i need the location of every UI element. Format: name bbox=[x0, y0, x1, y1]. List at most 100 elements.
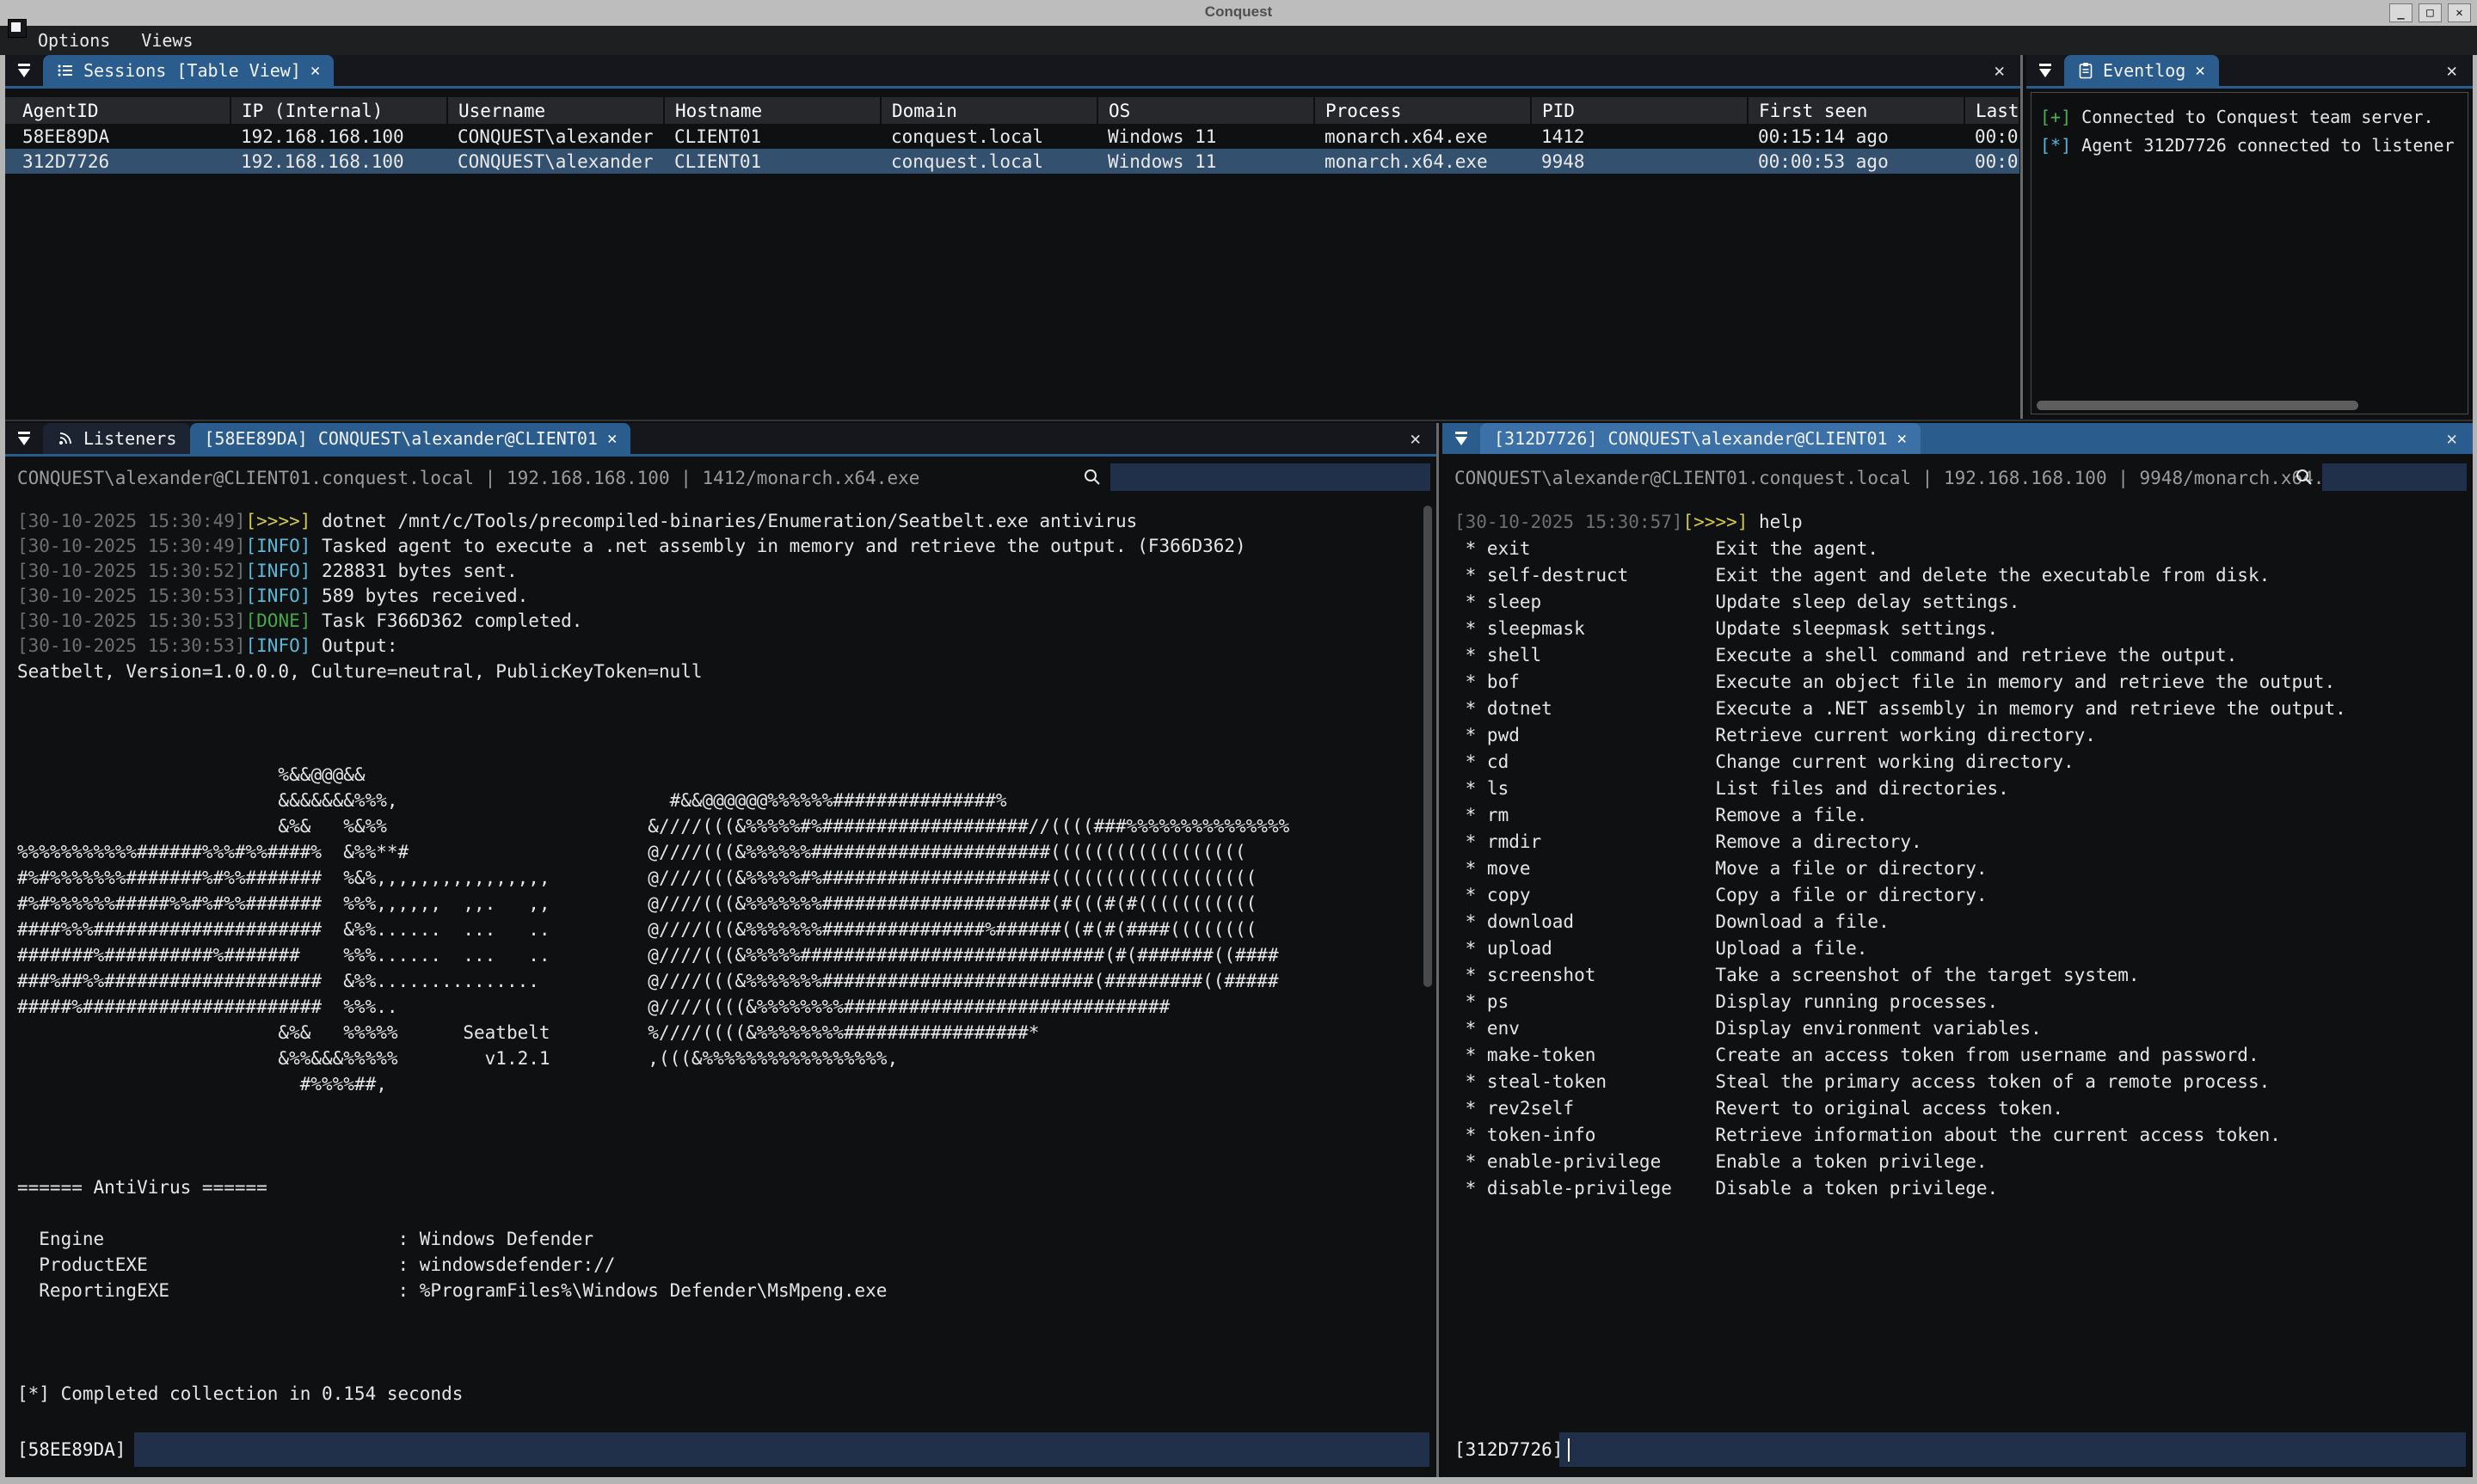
cell: conquest.local bbox=[881, 124, 1097, 149]
cell: 00:15:14 ago bbox=[1748, 124, 1964, 149]
titlebar: Conquest _ □ ✕ bbox=[0, 0, 2477, 26]
panel-collapse-button[interactable] bbox=[5, 55, 43, 86]
sessions-panel-close-icon[interactable]: ✕ bbox=[1994, 60, 2005, 81]
cell: Windows 11 bbox=[1097, 124, 1314, 149]
prompt-label: [312D7726] bbox=[1454, 1439, 1563, 1460]
cell: 00:00:53 ago bbox=[1748, 149, 1964, 174]
session-row-312D7726[interactable]: 312D7726192.168.168.100CONQUEST\alexande… bbox=[5, 149, 2019, 174]
session-row-58EE89DA[interactable]: 58EE89DA192.168.168.100CONQUEST\alexande… bbox=[5, 124, 2019, 149]
command-input[interactable] bbox=[1559, 1432, 2466, 1467]
column-header[interactable]: Hostname bbox=[664, 97, 881, 124]
column-header[interactable]: First seen bbox=[1748, 97, 1964, 124]
active-panel-underline bbox=[5, 86, 2020, 89]
agent-panel-close-icon[interactable]: ✕ bbox=[1410, 428, 1421, 449]
column-header[interactable]: Last seen bbox=[1964, 97, 2019, 124]
eventlog-line: [+] Connected to Conquest team server. bbox=[2040, 103, 2459, 132]
cell: monarch.x64.exe bbox=[1314, 124, 1531, 149]
search-input[interactable] bbox=[1110, 463, 1430, 491]
maximize-button[interactable]: □ bbox=[2419, 3, 2442, 22]
help-output-text: * exit Exit the agent. * self-destruct E… bbox=[1454, 536, 2473, 1202]
clipboard-icon bbox=[2078, 62, 2093, 79]
table-header-row: AgentIDIP (Internal)UsernameHostnameDoma… bbox=[5, 97, 2019, 124]
panel-collapse-button[interactable] bbox=[5, 423, 43, 454]
command-input[interactable] bbox=[134, 1432, 1429, 1467]
agent-panel-header-focused: [312D7726] CONQUEST\alexander@CLIENT01 ✕… bbox=[1442, 423, 2473, 454]
tab-close-icon[interactable]: ✕ bbox=[607, 429, 617, 448]
column-header[interactable]: Domain bbox=[881, 97, 1097, 124]
horizontal-splitter[interactable] bbox=[5, 420, 2473, 421]
terminal-output: [30-10-2025 15:30:49][>>>>] dotnet /mnt/… bbox=[5, 499, 1436, 1424]
agent-status-text: CONQUEST\alexander@CLIENT01.conquest.loc… bbox=[17, 468, 919, 488]
eventlog-line: [*] Agent 312D7726 connected to listener bbox=[2040, 132, 2459, 160]
tab-agent-312D7726[interactable]: [312D7726] CONQUEST\alexander@CLIENT01 ✕ bbox=[1480, 423, 1921, 454]
log-line: [30-10-2025 15:30:49][>>>>] dotnet /mnt/… bbox=[17, 509, 1436, 534]
prompt-label: [58EE89DA] bbox=[17, 1439, 126, 1460]
cell: CLIENT01 bbox=[664, 124, 881, 149]
collapse-arrow-icon bbox=[16, 432, 32, 446]
active-panel-underline bbox=[2026, 86, 2473, 89]
cell: CLIENT01 bbox=[664, 149, 881, 174]
sessions-panel-header: Sessions [Table View] ✕ ✕ bbox=[5, 55, 2020, 86]
panel-collapse-button[interactable] bbox=[2026, 55, 2064, 86]
tab-sessions-table-view[interactable]: Sessions [Table View] ✕ bbox=[43, 55, 334, 86]
log-line: [30-10-2025 15:30:57][>>>>] help bbox=[1454, 509, 2473, 536]
agent-panel-312D7726: [312D7726] CONQUEST\alexander@CLIENT01 ✕… bbox=[1442, 423, 2473, 1477]
terminal-output: [30-10-2025 15:30:57][>>>>] help * exit … bbox=[1442, 499, 2473, 1424]
list-icon bbox=[57, 62, 74, 79]
tab-label: Sessions [Table View] bbox=[83, 60, 301, 81]
log-line: [30-10-2025 15:30:49][INFO] Tasked agent… bbox=[17, 534, 1436, 559]
tab-listeners[interactable]: Listeners bbox=[43, 423, 190, 454]
menu-options[interactable]: Options bbox=[38, 30, 110, 51]
agent-status-row: CONQUEST\alexander@CLIENT01.conquest.loc… bbox=[1442, 457, 2473, 497]
log-line: [30-10-2025 15:30:52][INFO] 228831 bytes… bbox=[17, 559, 1436, 584]
agent-panel-header: Listeners [58EE89DA] CONQUEST\alexander@… bbox=[5, 423, 1436, 454]
horizontal-scrollbar[interactable] bbox=[2037, 401, 2358, 410]
tab-agent-58EE89DA[interactable]: [58EE89DA] CONQUEST\alexander@CLIENT01 ✕ bbox=[190, 423, 630, 454]
close-window-button[interactable]: ✕ bbox=[2448, 3, 2471, 22]
text-cursor bbox=[1568, 1438, 1570, 1462]
eventlog-panel-close-icon[interactable]: ✕ bbox=[2446, 60, 2457, 81]
tab-close-icon[interactable]: ✕ bbox=[1897, 429, 1907, 448]
agent-status-row: CONQUEST\alexander@CLIENT01.conquest.loc… bbox=[5, 457, 1436, 497]
tab-label: [312D7726] CONQUEST\alexander@CLIENT01 bbox=[1494, 428, 1888, 449]
tab-label: [58EE89DA] CONQUEST\alexander@CLIENT01 bbox=[204, 428, 598, 449]
minimize-button[interactable]: _ bbox=[2389, 3, 2412, 22]
app-icon[interactable] bbox=[8, 19, 27, 38]
column-header[interactable]: Username bbox=[447, 97, 664, 124]
tab-eventlog[interactable]: Eventlog ✕ bbox=[2064, 55, 2219, 86]
cell: CONQUEST\alexander bbox=[447, 149, 664, 174]
window-frame-right bbox=[2473, 55, 2477, 1477]
menubar: Options Views bbox=[0, 26, 2477, 55]
agent-panel-58EE89DA: Listeners [58EE89DA] CONQUEST\alexander@… bbox=[5, 423, 1436, 1477]
log-line: [30-10-2025 15:30:53][INFO] Output: bbox=[17, 634, 1436, 659]
column-header[interactable]: AgentID bbox=[5, 97, 230, 124]
cell: CONQUEST\alexander bbox=[447, 124, 664, 149]
window-title: Conquest bbox=[1205, 3, 1272, 21]
task-output-text: Seatbelt, Version=1.0.0.0, Culture=neutr… bbox=[17, 659, 1436, 1407]
log-line: [30-10-2025 15:30:53][INFO] 589 bytes re… bbox=[17, 584, 1436, 609]
log-line: [30-10-2025 15:30:53][DONE] Task F366D36… bbox=[17, 609, 1436, 634]
cell: Windows 11 bbox=[1097, 149, 1314, 174]
column-header[interactable]: PID bbox=[1531, 97, 1748, 124]
column-header[interactable]: Process bbox=[1314, 97, 1531, 124]
tab-close-icon[interactable]: ✕ bbox=[310, 61, 320, 80]
column-header[interactable]: OS bbox=[1097, 97, 1314, 124]
vertical-scrollbar[interactable] bbox=[1423, 506, 1432, 987]
sessions-table: AgentIDIP (Internal)UsernameHostnameDoma… bbox=[5, 97, 2020, 174]
agent-panel-close-icon[interactable]: ✕ bbox=[2446, 428, 2457, 449]
vertical-splitter-bottom[interactable] bbox=[1436, 423, 1439, 1477]
column-header[interactable]: IP (Internal) bbox=[230, 97, 447, 124]
sessions-panel: Sessions [Table View] ✕ ✕ AgentIDIP (Int… bbox=[5, 55, 2020, 419]
menu-views[interactable]: Views bbox=[141, 30, 193, 51]
panel-collapse-button[interactable] bbox=[1442, 423, 1480, 454]
cell: monarch.x64.exe bbox=[1314, 149, 1531, 174]
search-input[interactable] bbox=[2322, 463, 2467, 491]
cell: 00:00:03 ago bbox=[1964, 149, 2019, 174]
eventlog-panel-header: Eventlog ✕ ✕ bbox=[2026, 55, 2473, 86]
eventlog-output: [+] Connected to Conquest team server.[*… bbox=[2031, 92, 2468, 414]
tab-close-icon[interactable]: ✕ bbox=[2195, 61, 2204, 80]
cell: 192.168.168.100 bbox=[230, 124, 447, 149]
cell: 192.168.168.100 bbox=[230, 149, 447, 174]
search-icon bbox=[1082, 467, 1103, 488]
vertical-splitter-top[interactable] bbox=[2020, 55, 2023, 419]
